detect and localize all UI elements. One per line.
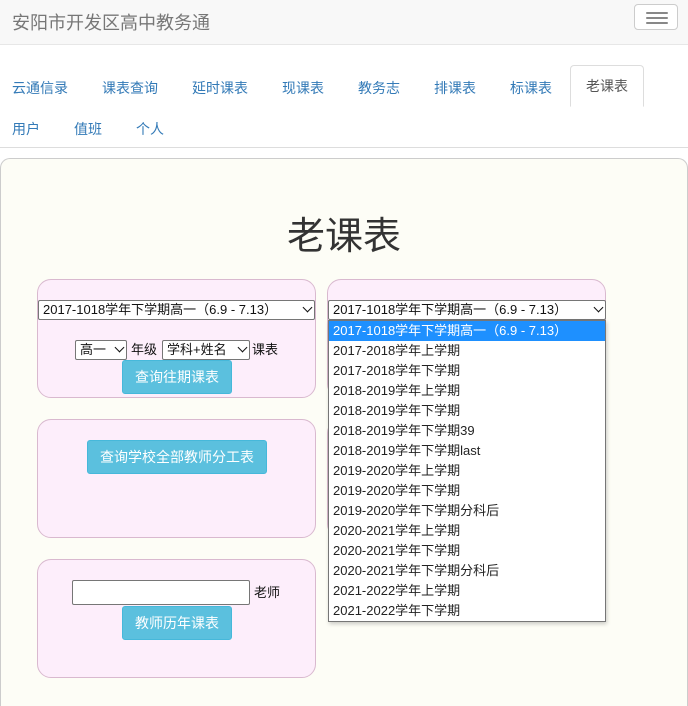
mode-select-value: 学科+姓名 xyxy=(167,342,227,357)
hamburger-icon xyxy=(646,12,668,14)
chevron-down-icon xyxy=(302,302,313,313)
navbar: 安阳市开发区高中教务通 xyxy=(0,0,688,45)
term-dropdown-list: 2017-1018学年下学期高一（6.9 - 7.13） 2017-2018学年… xyxy=(328,320,606,622)
dropdown-option[interactable]: 2020-2021学年下学期分科后 xyxy=(329,561,605,581)
hamburger-icon-bar xyxy=(646,22,668,24)
tab-extended-schedule[interactable]: 延时课表 xyxy=(192,78,248,98)
term-dropdown-select[interactable]: 2017-1018学年下学期高一（6.9 - 7.13） xyxy=(328,300,606,320)
all-teachers-button[interactable]: 查询学校全部教师分工表 xyxy=(87,440,267,474)
course-label: 课表 xyxy=(252,342,279,357)
grade-select-value: 高一 xyxy=(80,342,107,357)
grade-label: 年级 xyxy=(131,342,158,357)
tab-schedule-query[interactable]: 课表查询 xyxy=(102,78,158,98)
term-select[interactable]: 2017-1018学年下学期高一（6.9 - 7.13） xyxy=(38,300,315,320)
dropdown-option[interactable]: 2018-2019学年下学期39 xyxy=(329,421,605,441)
page-title: 老课表 xyxy=(286,216,401,258)
tab-standard-schedule[interactable]: 标课表 xyxy=(510,78,552,98)
mode-select[interactable]: 学科+姓名 xyxy=(162,340,250,360)
dropdown-option[interactable]: 2020-2021学年上学期 xyxy=(329,521,605,541)
tab-old-schedule[interactable]: 老课表 xyxy=(570,65,644,107)
dropdown-option[interactable]: 2017-2018学年上学期 xyxy=(329,341,605,361)
teacher-label: 老师 xyxy=(254,585,281,600)
teacher-name-input[interactable] xyxy=(72,580,250,605)
teacher-history-button[interactable]: 教师历年课表 xyxy=(122,606,232,640)
chevron-down-icon xyxy=(237,342,248,353)
tab-users[interactable]: 用户 xyxy=(12,119,40,139)
dropdown-option[interactable]: 2019-2020学年下学期 xyxy=(329,481,605,501)
tab-personal[interactable]: 个人 xyxy=(136,119,164,139)
all-teachers-box xyxy=(37,419,316,538)
dropdown-option[interactable]: 2018-2019学年下学期 xyxy=(329,401,605,421)
brand-title[interactable]: 安阳市开发区高中教务通 xyxy=(12,9,210,35)
dropdown-option[interactable]: 2019-2020学年下学期分科后 xyxy=(329,501,605,521)
hamburger-icon-bar xyxy=(646,17,668,19)
query-past-schedule-button[interactable]: 查询往期课表 xyxy=(122,360,232,394)
grade-select[interactable]: 高一 xyxy=(75,340,127,360)
tab-academic-log[interactable]: 教务志 xyxy=(358,78,400,98)
tab-duty[interactable]: 值班 xyxy=(74,119,102,139)
tab-contacts[interactable]: 云通信录 xyxy=(12,78,68,98)
dropdown-option[interactable]: 2020-2021学年下学期 xyxy=(329,541,605,561)
chevron-down-icon xyxy=(593,302,604,313)
tab-current-schedule[interactable]: 现课表 xyxy=(282,78,324,98)
dropdown-option[interactable]: 2018-2019学年下学期last xyxy=(329,441,605,461)
dropdown-option[interactable]: 2021-2022学年上学期 xyxy=(329,581,605,601)
dropdown-option[interactable]: 2018-2019学年上学期 xyxy=(329,381,605,401)
navbar-toggle-button[interactable] xyxy=(634,4,678,30)
dropdown-option[interactable]: 2021-2022学年下学期 xyxy=(329,601,605,621)
dropdown-option[interactable]: 2017-2018学年下学期 xyxy=(329,361,605,381)
tab-arrange-schedule[interactable]: 排课表 xyxy=(434,78,476,98)
dropdown-option[interactable]: 2017-1018学年下学期高一（6.9 - 7.13） xyxy=(329,321,605,341)
term-dropdown-value: 2017-1018学年下学期高一（6.9 - 7.13） xyxy=(333,302,568,317)
chevron-down-icon xyxy=(114,342,125,353)
dropdown-option[interactable]: 2019-2020学年上学期 xyxy=(329,461,605,481)
term-select-value: 2017-1018学年下学期高一（6.9 - 7.13） xyxy=(43,302,278,317)
nav-tabs: 云通信录 课表查询 延时课表 现课表 教务志 排课表 标课表 老课表 用户 值班… xyxy=(0,45,688,148)
